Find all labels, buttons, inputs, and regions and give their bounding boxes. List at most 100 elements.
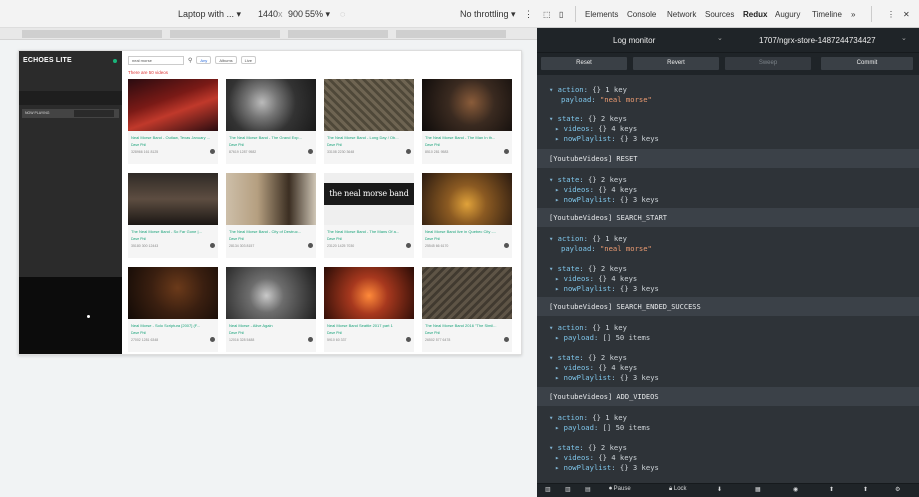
log-line[interactable]: ▾ action: {} 1 key xyxy=(549,234,627,243)
video-thumbnail[interactable] xyxy=(226,267,316,319)
commit-button[interactable]: Commit xyxy=(821,57,913,70)
tab-augury[interactable]: Augury xyxy=(775,10,800,19)
log-line[interactable]: ▸ nowPlaylist: {} 3 keys xyxy=(555,134,659,143)
video-player[interactable] xyxy=(19,277,122,354)
video-card[interactable]: Neal Morse Band - Outlaw, Texas January … xyxy=(128,79,218,164)
search-input[interactable]: neal morse xyxy=(128,55,184,65)
log-line[interactable]: ▸ videos: {} 4 keys xyxy=(555,124,637,133)
log-line[interactable]: ▸ nowPlaylist: {} 3 keys xyxy=(555,195,659,204)
video-card[interactable]: The Neal Morse Band - The Man In th... D… xyxy=(422,79,512,164)
export-icon[interactable]: ⬆ xyxy=(863,486,868,496)
log-line[interactable]: ▸ nowPlaylist: {} 3 keys xyxy=(555,284,659,293)
video-card[interactable]: The Neal Morse Band - City of Destruc...… xyxy=(226,173,316,258)
ruler-segment[interactable] xyxy=(22,30,162,38)
info-icon[interactable] xyxy=(504,149,509,154)
video-title[interactable]: The Neal Morse Band - So Far Gone |... xyxy=(131,229,215,234)
tab-console[interactable]: Console xyxy=(627,10,656,19)
video-title[interactable]: The Neal Morse Band - The Mans Of a... xyxy=(327,229,411,234)
ruler-segment[interactable] xyxy=(170,30,280,38)
info-icon[interactable] xyxy=(308,337,313,342)
filter-any[interactable]: Any xyxy=(196,56,212,64)
reset-button[interactable]: Reset xyxy=(541,57,627,70)
video-thumbnail[interactable] xyxy=(422,267,512,319)
info-icon[interactable] xyxy=(406,337,411,342)
action-entry-reset[interactable]: [YoutubeVideos] RESET xyxy=(537,149,919,168)
log-line[interactable]: ▾ state: {} 2 keys xyxy=(549,443,627,452)
dock-right-icon[interactable]: ▥ xyxy=(565,486,571,496)
video-thumbnail[interactable] xyxy=(128,267,218,319)
width-field[interactable]: 1440 xyxy=(258,9,278,19)
video-title[interactable]: Neal Morse Band live in Quebec City -... xyxy=(425,229,509,234)
tab-elements[interactable]: Elements xyxy=(585,10,618,19)
keyboard-icon[interactable]: ▦ xyxy=(755,486,761,496)
height-field[interactable]: 900 xyxy=(288,9,303,19)
log-line[interactable]: ▸ videos: {} 4 keys xyxy=(555,274,637,283)
video-thumbnail[interactable] xyxy=(226,173,316,225)
log-line[interactable]: ▾ action: {} 1 key xyxy=(549,413,627,422)
filter-live[interactable]: Live xyxy=(240,56,256,64)
log-line[interactable]: ▸ payload: [] 50 items xyxy=(555,423,650,432)
info-icon[interactable] xyxy=(210,337,215,342)
more-tabs-icon[interactable]: » xyxy=(851,10,855,19)
ruler-segment[interactable] xyxy=(288,30,388,38)
log-line[interactable]: ▸ videos: {} 4 keys xyxy=(555,453,637,462)
settings-icon[interactable]: ⚙ xyxy=(895,486,900,496)
video-card[interactable]: The Neal Morse Band - Long Day / Ob... D… xyxy=(324,79,414,164)
revert-button[interactable]: Revert xyxy=(633,57,719,70)
video-card[interactable]: Neal Morse - Solo Scriptura [2007] (F...… xyxy=(128,267,218,352)
inspect-icon[interactable]: ⬚ xyxy=(543,10,551,19)
action-entry-add-videos[interactable]: [YoutubeVideos] ADD_VIDEOS xyxy=(537,387,919,406)
tab-timeline[interactable]: Timeline xyxy=(812,10,842,19)
video-thumbnail[interactable] xyxy=(422,79,512,131)
video-title[interactable]: The Neal Morse Band - City of Destruc... xyxy=(229,229,313,234)
tab-network[interactable]: Network xyxy=(667,10,696,19)
video-title[interactable]: The Neal Morse Band - The Man In th... xyxy=(425,135,509,140)
video-title[interactable]: Neal Morse - Alive Again xyxy=(229,323,313,328)
info-icon[interactable] xyxy=(406,243,411,248)
log-line[interactable]: ▾ state: {} 2 keys xyxy=(549,353,627,362)
info-icon[interactable] xyxy=(406,149,411,154)
log-line[interactable]: ▾ state: {} 2 keys xyxy=(549,264,627,273)
video-card[interactable]: The Neal Morse Band - The Grand Exp... D… xyxy=(226,79,316,164)
device-mode-icon[interactable]: ▯ xyxy=(559,10,563,19)
video-thumbnail[interactable]: the neal morse band xyxy=(324,173,414,225)
sweep-button[interactable]: Sweep xyxy=(725,57,811,70)
video-thumbnail[interactable] xyxy=(422,173,512,225)
filter-albums[interactable]: Albums xyxy=(215,56,237,64)
video-title[interactable]: Neal Morse Band - Outlaw, Texas January … xyxy=(131,135,215,140)
devtools-menu-icon[interactable]: ⋮ xyxy=(887,10,895,19)
menu-toggle-icon[interactable] xyxy=(113,59,117,63)
play-icon[interactable] xyxy=(87,315,90,318)
video-title[interactable]: The Neal Morse Band - Long Day / Ob... xyxy=(327,135,411,140)
playlist-filter-input[interactable] xyxy=(74,110,114,117)
log-line[interactable]: ▸ nowPlaylist: {} 3 keys xyxy=(555,463,659,472)
close-icon[interactable]: ✕ xyxy=(903,10,910,19)
video-thumbnail[interactable] xyxy=(324,267,414,319)
lock-button[interactable]: 🔒︎ Lock xyxy=(669,486,687,496)
device-more-icon[interactable]: ⋮ xyxy=(524,9,533,20)
info-icon[interactable] xyxy=(210,149,215,154)
info-icon[interactable] xyxy=(308,149,313,154)
device-select[interactable]: Laptop with ... ▾ xyxy=(178,9,241,20)
video-card[interactable]: Neal Morse Band Seattle 2017 part 1 Dave… xyxy=(324,267,414,352)
video-thumbnail[interactable] xyxy=(128,79,218,131)
info-icon[interactable] xyxy=(210,243,215,248)
upload-icon[interactable]: ⬆ xyxy=(829,486,834,496)
dock-left-icon[interactable]: ▥ xyxy=(545,486,551,496)
rotate-icon[interactable]: ◌ xyxy=(340,9,345,19)
video-thumbnail[interactable] xyxy=(226,79,316,131)
remote-icon[interactable]: ◉ xyxy=(793,486,798,496)
video-card[interactable]: The Neal Morse Band 2016 "The Simil... D… xyxy=(422,267,512,352)
log-line[interactable]: ▾ state: {} 2 keys xyxy=(549,175,627,184)
ruler-segment[interactable] xyxy=(396,30,506,38)
video-card[interactable]: Neal Morse - Alive Again Dave Phil 12016… xyxy=(226,267,316,352)
log-line[interactable]: ▾ action: {} 1 key xyxy=(549,323,627,332)
tab-redux[interactable]: Redux xyxy=(743,10,767,19)
tab-sources[interactable]: Sources xyxy=(705,10,734,19)
video-thumbnail[interactable] xyxy=(324,79,414,131)
video-title[interactable]: Neal Morse Band Seattle 2017 part 1 xyxy=(327,323,411,328)
video-card[interactable]: the neal morse band The Neal Morse Band … xyxy=(324,173,414,258)
video-title[interactable]: The Neal Morse Band 2016 "The Simil... xyxy=(425,323,509,328)
info-icon[interactable] xyxy=(504,337,509,342)
action-entry-search-ended[interactable]: [YoutubeVideos] SEARCH_ENDED_SUCCESS xyxy=(537,297,919,316)
